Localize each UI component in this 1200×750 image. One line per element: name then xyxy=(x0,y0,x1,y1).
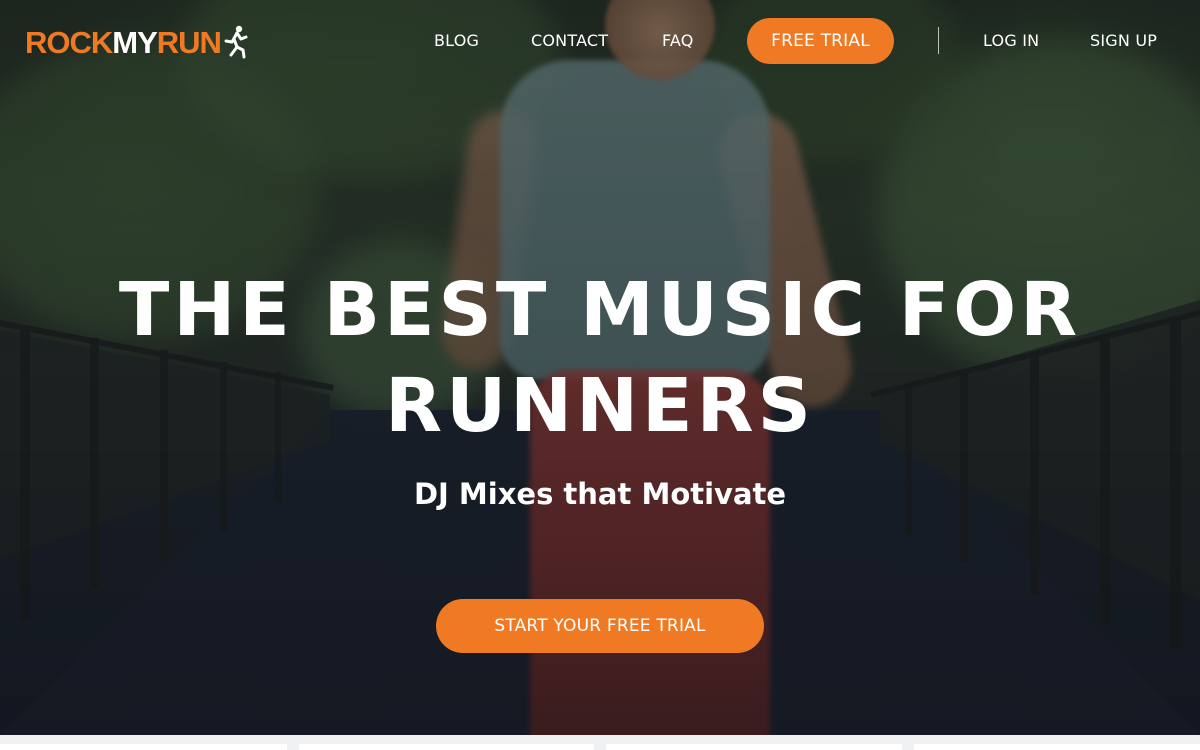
nav-link-contact[interactable]: CONTACT xyxy=(531,30,608,52)
free-trial-button[interactable]: FREE TRIAL xyxy=(747,18,894,64)
start-free-trial-button[interactable]: START YOUR FREE TRIAL xyxy=(436,599,764,653)
nav-divider xyxy=(938,27,939,54)
hero-headline-line-2: RUNNERS xyxy=(385,363,815,449)
hero-headline-line-1: THE BEST MUSIC FOR xyxy=(118,267,1082,353)
logo-text-my: MY xyxy=(112,24,157,60)
feature-card-edge xyxy=(299,744,594,750)
nav-link-faq[interactable]: FAQ xyxy=(662,30,694,52)
logo-text-run: RUN xyxy=(156,24,222,60)
feature-card-edge xyxy=(914,744,1200,750)
logo-text-rock: ROCK xyxy=(25,24,113,60)
feature-card-edge xyxy=(0,744,287,750)
feature-card-edge xyxy=(606,744,902,750)
hero-headline: THE BEST MUSIC FOR RUNNERS xyxy=(0,262,1200,454)
nav-link-blog[interactable]: BLOG xyxy=(434,30,479,52)
signup-link[interactable]: SIGN UP xyxy=(1090,30,1157,52)
running-person-icon xyxy=(224,25,248,59)
site-logo[interactable]: ROCK MY RUN xyxy=(25,22,248,62)
login-link[interactable]: LOG IN xyxy=(983,30,1039,52)
top-navigation: ROCK MY RUN BLOG CONTACT FAQ FREE TRIAL LO… xyxy=(0,0,1200,82)
hero-subheadline: DJ Mixes that Motivate xyxy=(413,477,787,511)
